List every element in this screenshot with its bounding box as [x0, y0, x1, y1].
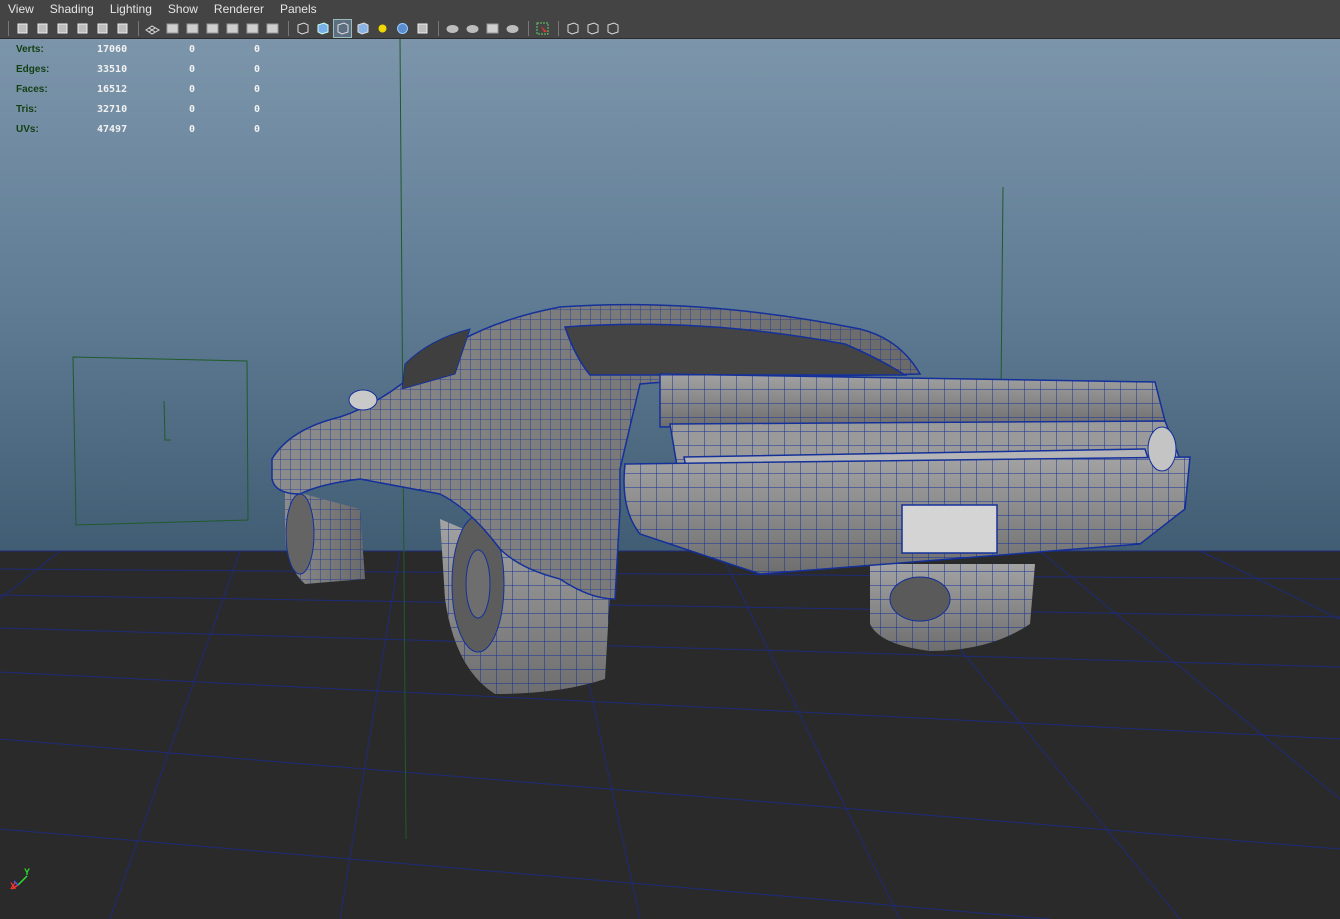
maya-viewport-panel: View Shading Lighting Show Renderer Pane… — [0, 0, 1340, 919]
hud-label: Verts: — [16, 44, 44, 55]
hud-label: Faces: — [16, 84, 48, 95]
toolbar-separator — [288, 20, 289, 36]
perspective-viewport[interactable]: Verts: 17060 0 0 Edges: 33510 0 0 Faces: 16512 0 0 T… — [0, 39, 1340, 919]
ambient-occlusion-icon[interactable] — [444, 20, 461, 37]
toolbar-separator — [528, 20, 529, 36]
use-lights-icon[interactable] — [374, 20, 391, 37]
menu-lighting[interactable]: Lighting — [102, 0, 160, 18]
resolution-gate-icon[interactable] — [184, 20, 201, 37]
camera-attributes-icon[interactable] — [34, 20, 51, 37]
shadows-icon[interactable] — [394, 20, 411, 37]
motion-blur-icon[interactable] — [464, 20, 481, 37]
safe-action-icon[interactable] — [244, 20, 261, 37]
menu-renderer[interactable]: Renderer — [206, 0, 272, 18]
menu-panels[interactable]: Panels — [272, 0, 325, 18]
menu-view[interactable]: View — [0, 0, 42, 18]
scene-canvas[interactable] — [0, 39, 1340, 919]
depth-of-field-icon[interactable] — [484, 20, 501, 37]
hud-total-value: 33510 — [97, 64, 128, 75]
hud-third-value: 0 — [254, 84, 261, 95]
axis-x-label: X — [10, 881, 17, 891]
menu-show[interactable]: Show — [160, 0, 206, 18]
two-d-pan-zoom-icon[interactable] — [94, 20, 111, 37]
hud-third-value: 0 — [254, 124, 261, 135]
axis-y-label: Y — [24, 867, 31, 877]
xray-icon[interactable] — [564, 20, 581, 37]
hud-label: Tris: — [16, 104, 38, 115]
hud-label: UVs: — [16, 124, 39, 135]
xray-joints-icon[interactable] — [584, 20, 601, 37]
grid-icon[interactable] — [144, 20, 161, 37]
wireframe-icon[interactable] — [294, 20, 311, 37]
panel-toolbar — [0, 18, 1340, 39]
front-left-wheel — [285, 489, 365, 584]
hud-total-value: 17060 — [97, 44, 128, 55]
wireframe-on-shaded-icon[interactable] — [333, 18, 352, 38]
gate-mask-icon[interactable] — [204, 20, 221, 37]
panel-menu-bar: View Shading Lighting Show Renderer Pane… — [0, 0, 1340, 18]
image-plane-icon[interactable] — [74, 20, 91, 37]
hud-label: Edges: — [16, 64, 50, 75]
hud-selected-value: 0 — [189, 64, 196, 75]
hud-selected-value: 0 — [189, 124, 196, 135]
grease-pencil-icon[interactable] — [114, 20, 131, 37]
hud-total-value: 16512 — [97, 84, 128, 95]
toolbar-separator — [8, 20, 9, 36]
toolbar-separator — [438, 20, 439, 36]
hud-third-value: 0 — [254, 104, 261, 115]
view-axis-indicator: Y X — [8, 865, 38, 900]
bookmark-icon[interactable] — [54, 20, 71, 37]
hud-total-value: 32710 — [97, 104, 128, 115]
side-mirror — [348, 389, 378, 411]
anti-alias-icon[interactable] — [504, 20, 521, 37]
toolbar-separator — [138, 20, 139, 36]
camera-select-icon[interactable] — [14, 20, 31, 37]
textured-icon[interactable] — [354, 20, 371, 37]
film-gate-icon[interactable] — [164, 20, 181, 37]
high-quality-icon[interactable] — [414, 20, 431, 37]
field-chart-icon[interactable] — [224, 20, 241, 37]
isolate-select-icon[interactable] — [534, 20, 551, 37]
xray-components-icon[interactable] — [604, 20, 621, 37]
smooth-shade-icon[interactable] — [314, 20, 331, 37]
menu-shading[interactable]: Shading — [42, 0, 102, 18]
safe-title-icon[interactable] — [264, 20, 281, 37]
hud-selected-value: 0 — [189, 44, 196, 55]
hud-third-value: 0 — [254, 64, 261, 75]
hud-selected-value: 0 — [189, 104, 196, 115]
hud-total-value: 47497 — [97, 124, 128, 135]
license-plate — [901, 504, 998, 554]
hud-selected-value: 0 — [189, 84, 196, 95]
hud-third-value: 0 — [254, 44, 261, 55]
toolbar-separator — [558, 20, 559, 36]
